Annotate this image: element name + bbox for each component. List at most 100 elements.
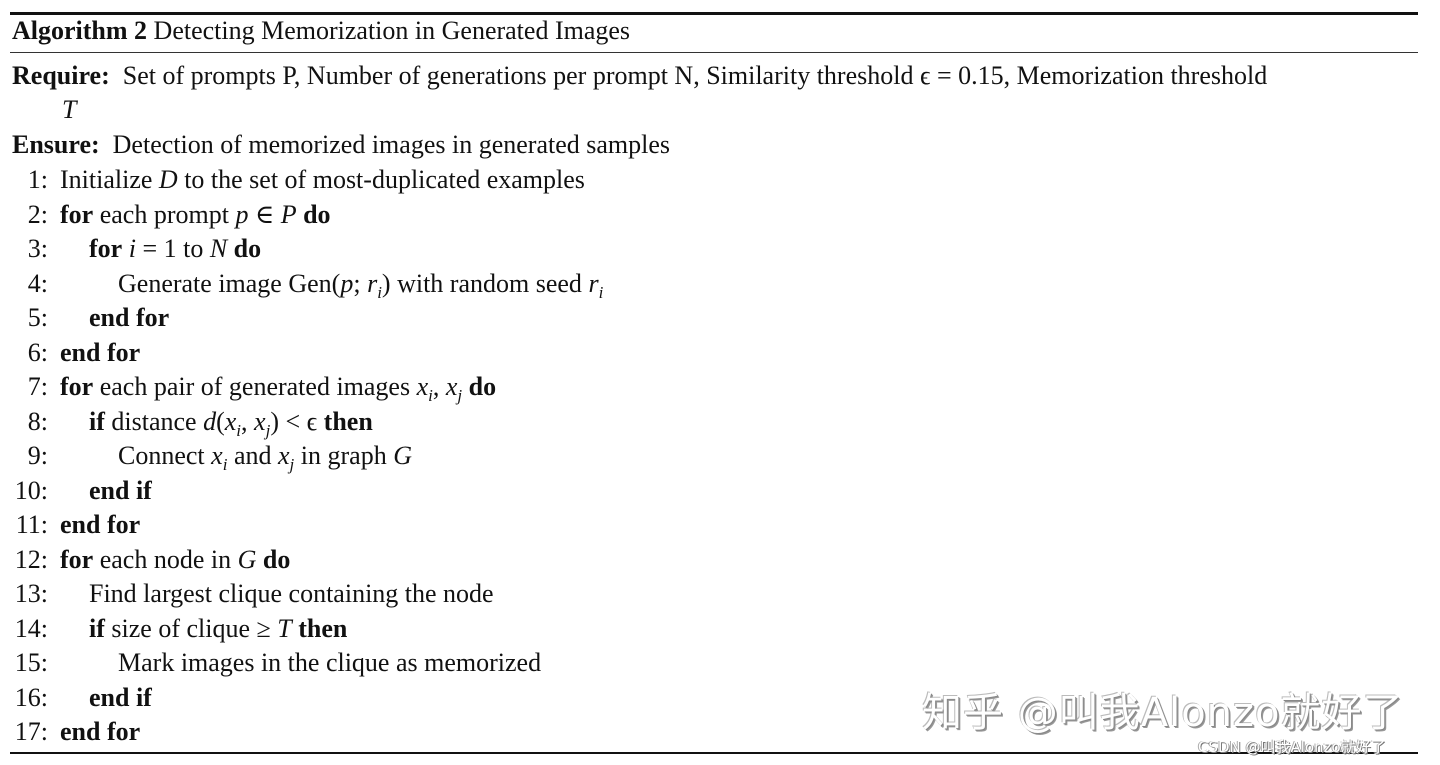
statement-text: Generate image Gen( [118, 268, 341, 298]
keyword: for [60, 372, 94, 401]
algorithm-line: 3: for i = 1 to N do [0, 232, 261, 266]
line-statement: Mark images in the clique as memorized [60, 648, 541, 677]
algorithm-line: 10: end if [0, 474, 152, 508]
statement-text: to the set of most-duplicated examples [177, 165, 585, 194]
math-symbol: x [445, 372, 458, 401]
statement-text: each prompt [93, 199, 236, 229]
math-symbol: D [158, 165, 178, 194]
keyword: then [298, 613, 348, 643]
algorithm-line: 7: for each pair of generated images xi, … [0, 370, 496, 404]
math-symbol: N [209, 234, 228, 263]
math-symbol: x [277, 441, 290, 470]
math-symbol: P [280, 199, 297, 229]
algorithm-line: 1: Initialize D to the set of most-duplic… [0, 163, 585, 197]
keyword: end if [89, 682, 152, 712]
math-symbol: G [393, 441, 412, 470]
math-symbol: p [235, 199, 249, 229]
algorithm-caption: Algorithm 2 Detecting Memorization in Ge… [12, 15, 630, 47]
algorithm-line: 16: end if [0, 681, 152, 715]
ensure-text: Detection of memorized images in generat… [112, 130, 671, 159]
algorithm-line: 8: if distance d(xi, xj) < ϵ then [0, 405, 373, 439]
keyword: if [89, 613, 105, 643]
line-statement: for each pair of generated images xi, xj… [60, 372, 497, 404]
line-number: 17: [14, 717, 48, 746]
caption-rule [10, 52, 1418, 53]
statement-text: ∈ [248, 199, 281, 229]
keyword: for [60, 544, 94, 574]
require-label: Require: [12, 61, 110, 90]
line-number: 1: [27, 165, 48, 194]
line-number: 9: [27, 441, 48, 470]
keyword: if [89, 406, 105, 436]
line-statement: Generate image Gen(p; ri) with random se… [60, 268, 603, 301]
line-number: 13: [14, 579, 48, 608]
keyword: end for [60, 717, 141, 746]
ensure-label: Ensure: [12, 130, 100, 159]
line-number: 3: [27, 234, 48, 263]
line-number: 12: [14, 544, 48, 574]
algorithm-line: 9: Connect xi and xj in graph G [0, 439, 412, 473]
line-statement: for i = 1 to N do [60, 234, 261, 263]
keyword: end for [60, 337, 141, 367]
require-text: Set of prompts P, Number of generations … [122, 61, 1268, 90]
line-number: 7: [27, 372, 48, 401]
keyword: end for [89, 303, 170, 332]
algorithm-line: 12: for each node in G do [0, 543, 291, 577]
line-statement: end for [60, 510, 140, 539]
algorithm-line: 14: if size of clique ≥ T then [0, 612, 348, 646]
statement-text: ) with random seed [381, 268, 589, 298]
require-continuation: T [62, 95, 77, 124]
algorithm-line: 11: end for [0, 508, 140, 542]
line-statement: end for [60, 303, 169, 332]
algorithm-line: 4: Generate image Gen(p; ri) with random … [0, 267, 604, 301]
statement-text: each node in [93, 544, 238, 574]
line-statement: end for [60, 338, 140, 367]
line-statement: Initialize D to the set of most-duplicat… [60, 165, 585, 194]
math-symbol: G [237, 544, 257, 574]
math-symbol: x [211, 441, 223, 470]
math-symbol: x [224, 406, 237, 436]
line-number: 16: [14, 682, 48, 712]
line-number: 4: [27, 268, 48, 298]
keyword: for [89, 234, 123, 263]
line-number: 5: [27, 303, 48, 332]
line-number: 14: [14, 613, 48, 643]
statement-text: each pair of generated images [93, 372, 417, 401]
zhihu-watermark: 知乎 @叫我Alonzo就好了 [922, 690, 1404, 736]
keyword: then [323, 406, 373, 436]
line-statement: for each node in G do [60, 545, 290, 574]
keyword: do [303, 199, 331, 229]
math-symbol: r [367, 268, 378, 298]
line-number: 6: [27, 337, 48, 367]
line-number: 11: [15, 510, 48, 539]
csdn-watermark: CSDN @叫我Alonzo就好了 [1198, 738, 1386, 756]
math-symbol: p [340, 268, 354, 298]
math-symbol: i [128, 234, 136, 263]
keyword: do [468, 372, 497, 401]
line-statement: if distance d(xi, xj) < ϵ then [60, 406, 373, 439]
keyword: do [262, 544, 291, 574]
algorithm-line: 17: end for [0, 715, 140, 749]
algorithm-line: 2: for each prompt p ∈ P do [0, 198, 331, 232]
line-number: 10: [14, 475, 48, 505]
math-symbol: x [416, 372, 429, 401]
statement-text: Mark images in the clique as memorized [118, 648, 542, 677]
algorithm-title: Detecting Memorization in Generated Imag… [153, 16, 631, 45]
math-symbol: d [203, 406, 217, 436]
keyword: end for [60, 510, 141, 539]
statement-text: Initialize [60, 165, 159, 194]
algorithm-line: 6: end for [0, 336, 140, 370]
statement-text: Connect [118, 441, 212, 470]
math-symbol: x [254, 406, 266, 436]
statement-text: distance [104, 406, 204, 436]
line-statement: if size of clique ≥ T then [60, 614, 347, 643]
line-number: 15: [14, 648, 48, 677]
line-number: 2: [27, 199, 48, 229]
statement-text: , [241, 406, 255, 436]
statement-text: Find largest clique containing the node [89, 579, 494, 608]
math-subscript: i [598, 282, 604, 302]
algorithm-line: 15: Mark images in the clique as memorize… [0, 646, 541, 680]
statement-text: ) < ϵ [270, 406, 324, 436]
statement-text: size of clique ≥ [104, 613, 278, 643]
line-statement: Connect xi and xj in graph G [60, 441, 412, 473]
